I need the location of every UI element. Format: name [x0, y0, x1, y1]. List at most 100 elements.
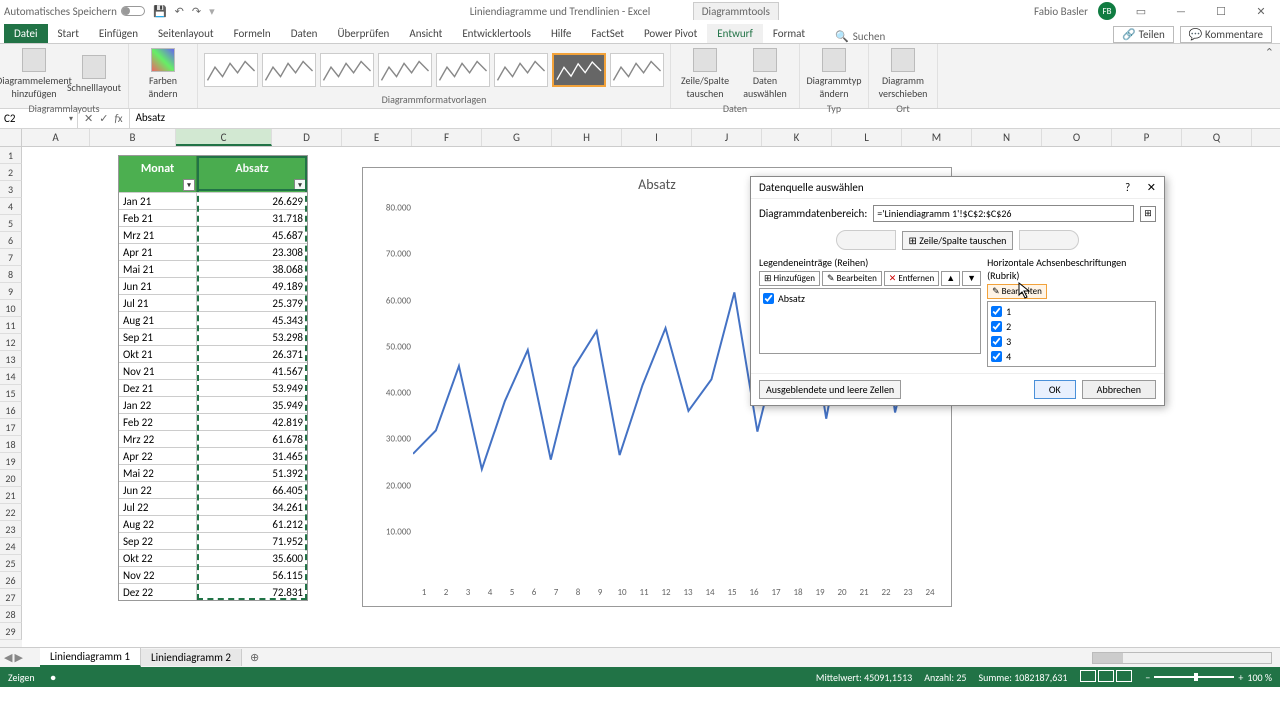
- column-header[interactable]: C: [176, 129, 272, 146]
- column-header[interactable]: K: [762, 129, 832, 146]
- row-header[interactable]: 27: [0, 589, 22, 606]
- dialog-close-icon[interactable]: ✕: [1147, 181, 1156, 194]
- switch-row-col-dialog-button[interactable]: ⊞ Zeile/Spalte tauschen: [902, 231, 1014, 250]
- table-row[interactable]: Okt 2126.371: [119, 345, 307, 362]
- move-chart-button[interactable]: Diagramm verschieben: [875, 46, 931, 102]
- table-row[interactable]: Sep 2153.298: [119, 328, 307, 345]
- row-header[interactable]: 2: [0, 164, 22, 181]
- axis-item[interactable]: 1: [990, 304, 1153, 319]
- column-header[interactable]: F: [412, 129, 482, 146]
- tab-format[interactable]: Format: [763, 24, 815, 43]
- cancel-button[interactable]: Abbrechen: [1082, 380, 1156, 399]
- comments-button[interactable]: 💬 Kommentare: [1180, 26, 1272, 43]
- table-row[interactable]: Jul 2234.261: [119, 498, 307, 515]
- column-header[interactable]: L: [832, 129, 902, 146]
- avatar[interactable]: FB: [1098, 2, 1116, 20]
- row-header[interactable]: 1: [0, 147, 22, 164]
- tab-power pivot[interactable]: Power Pivot: [634, 24, 707, 43]
- name-box[interactable]: C2▾: [0, 109, 78, 128]
- column-header[interactable]: N: [972, 129, 1042, 146]
- formula-input[interactable]: Absatz: [130, 109, 1280, 128]
- table-row[interactable]: Mrz 2261.678: [119, 430, 307, 447]
- table-row[interactable]: Jan 2235.949: [119, 396, 307, 413]
- row-header[interactable]: 22: [0, 504, 22, 521]
- row-header[interactable]: 29: [0, 623, 22, 640]
- accept-edit-icon[interactable]: ✓: [99, 112, 108, 125]
- change-chart-type-button[interactable]: Diagrammtyp ändern: [806, 46, 862, 102]
- macro-record-icon[interactable]: ⏺: [51, 671, 56, 684]
- table-row[interactable]: Jul 2125.379: [119, 294, 307, 311]
- fx-icon[interactable]: fx: [114, 112, 122, 125]
- tab-entwurf[interactable]: Entwurf: [707, 24, 763, 43]
- axis-item[interactable]: 4: [990, 349, 1153, 364]
- row-header[interactable]: 21: [0, 487, 22, 504]
- select-data-button[interactable]: Daten auswählen: [737, 46, 793, 102]
- table-row[interactable]: Nov 2141.567: [119, 362, 307, 379]
- sheet-nav-next-icon[interactable]: ▶: [14, 651, 22, 664]
- row-header[interactable]: 7: [0, 249, 22, 266]
- row-header[interactable]: 4: [0, 198, 22, 215]
- axis-edit-button[interactable]: ✎ Bearbeiten: [987, 284, 1047, 299]
- axis-item[interactable]: 5: [990, 364, 1153, 367]
- row-header[interactable]: 28: [0, 606, 22, 623]
- tab-einfügen[interactable]: Einfügen: [89, 24, 148, 43]
- series-move-down-button[interactable]: ▼: [962, 271, 981, 286]
- axis-item[interactable]: 2: [990, 319, 1153, 334]
- chart-data-range-input[interactable]: [873, 205, 1134, 222]
- table-row[interactable]: Aug 2261.212: [119, 515, 307, 532]
- dialog-help-icon[interactable]: ?: [1125, 181, 1130, 194]
- column-header[interactable]: O: [1042, 129, 1112, 146]
- column-header[interactable]: B: [90, 129, 176, 146]
- table-row[interactable]: Nov 2256.115: [119, 566, 307, 583]
- series-remove-button[interactable]: ✕ Entfernen: [884, 271, 939, 286]
- autosave-toggle[interactable]: Automatisches Speichern: [4, 5, 145, 18]
- chart-style-7[interactable]: [552, 53, 606, 87]
- series-listbox[interactable]: Absatz: [759, 288, 981, 354]
- column-header[interactable]: J: [692, 129, 762, 146]
- share-button[interactable]: 🔗 Teilen: [1113, 26, 1173, 43]
- table-row[interactable]: Sep 2271.952: [119, 532, 307, 549]
- row-header[interactable]: 20: [0, 470, 22, 487]
- axis-labels-listbox[interactable]: 12345: [987, 301, 1156, 367]
- row-header[interactable]: 6: [0, 232, 22, 249]
- table-header-month[interactable]: Monat ▾: [119, 156, 197, 192]
- row-header[interactable]: 18: [0, 436, 22, 453]
- maximize-icon[interactable]: ☐: [1206, 5, 1236, 18]
- table-row[interactable]: Feb 2131.718: [119, 209, 307, 226]
- row-header[interactable]: 26: [0, 572, 22, 589]
- tab-daten[interactable]: Daten: [281, 24, 328, 43]
- row-header[interactable]: 17: [0, 419, 22, 436]
- chart-style-5[interactable]: [436, 53, 490, 87]
- view-buttons[interactable]: [1079, 670, 1133, 685]
- horizontal-scrollbar[interactable]: [1092, 652, 1272, 664]
- sheet-tab[interactable]: Liniendiagramm 1: [40, 648, 141, 667]
- table-row[interactable]: Mai 2251.392: [119, 464, 307, 481]
- series-add-button[interactable]: ⊞ Hinzufügen: [759, 271, 820, 286]
- column-header[interactable]: Q: [1182, 129, 1252, 146]
- add-chart-element-button[interactable]: Diagrammelement hinzufügen: [6, 46, 62, 102]
- column-header[interactable]: A: [22, 129, 90, 146]
- table-row[interactable]: Feb 2242.819: [119, 413, 307, 430]
- ok-button[interactable]: OK: [1034, 380, 1076, 399]
- row-header[interactable]: 10: [0, 300, 22, 317]
- row-header[interactable]: 13: [0, 351, 22, 368]
- table-row[interactable]: Dez 2153.949: [119, 379, 307, 396]
- row-header[interactable]: 15: [0, 385, 22, 402]
- chart-style-gallery[interactable]: [204, 46, 664, 93]
- column-header[interactable]: P: [1112, 129, 1182, 146]
- tab-file[interactable]: Datei: [4, 24, 48, 43]
- tab-entwicklertools[interactable]: Entwicklertools: [452, 24, 541, 43]
- table-row[interactable]: Jan 2126.629: [119, 192, 307, 209]
- row-header[interactable]: 24: [0, 538, 22, 555]
- row-header[interactable]: 11: [0, 317, 22, 334]
- sheet-tab[interactable]: Liniendiagramm 2: [141, 649, 242, 666]
- switch-row-col-button[interactable]: Zeile/Spalte tauschen: [677, 46, 733, 102]
- save-icon[interactable]: 💾: [153, 5, 167, 18]
- cancel-edit-icon[interactable]: ✕: [84, 112, 93, 125]
- tab-ansicht[interactable]: Ansicht: [399, 24, 452, 43]
- undo-icon[interactable]: ↶: [175, 5, 184, 18]
- row-header[interactable]: 19: [0, 453, 22, 470]
- tab-factset[interactable]: FactSet: [581, 24, 634, 43]
- range-picker-icon[interactable]: ⊞: [1140, 206, 1156, 222]
- filter-icon[interactable]: ▾: [294, 179, 306, 191]
